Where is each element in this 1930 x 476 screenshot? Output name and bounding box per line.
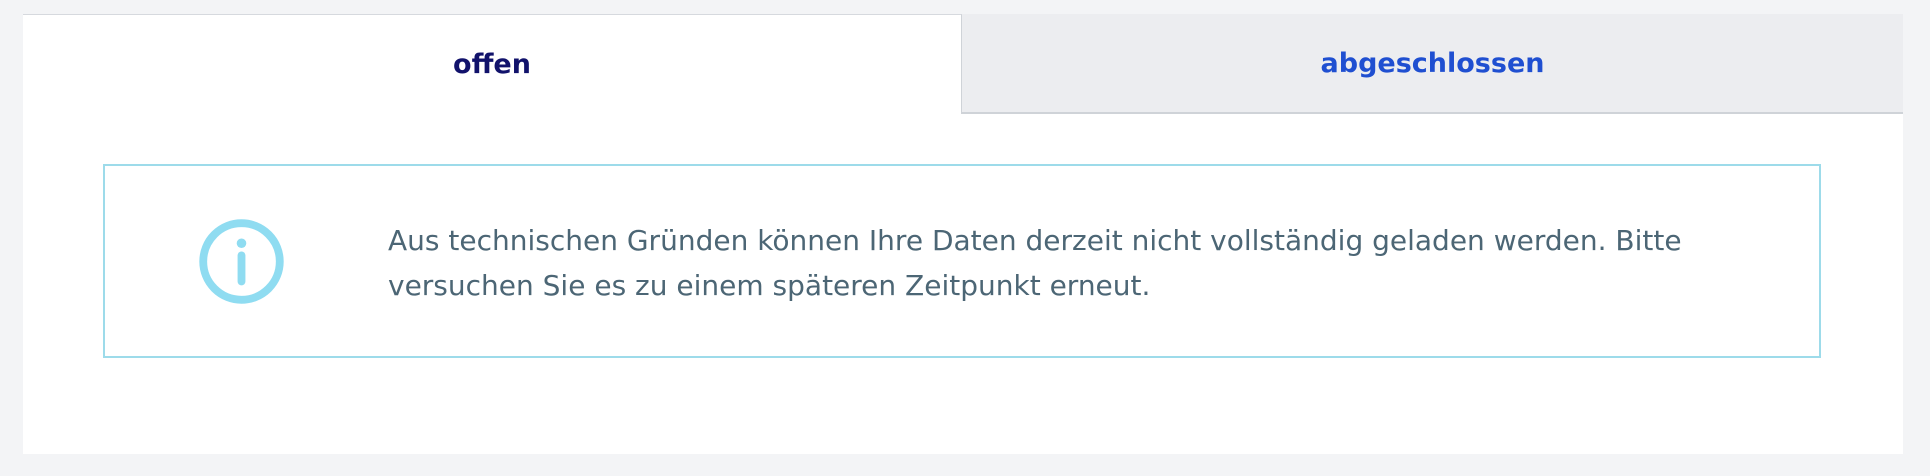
- info-circle-icon: [199, 219, 284, 304]
- tab-closed-label: abgeschlossen: [1320, 47, 1545, 79]
- notice-message: Aus technischen Gründen können Ihre Date…: [388, 224, 1682, 302]
- tab-open-label: offen: [453, 49, 531, 80]
- tasks-card: offen abgeschlossen Aus technischen Grün…: [23, 14, 1903, 454]
- tab-open[interactable]: offen: [23, 14, 962, 114]
- status-tabs: offen abgeschlossen: [23, 14, 1903, 114]
- tab-closed[interactable]: abgeschlossen: [962, 14, 1903, 114]
- error-notice: Aus technischen Gründen können Ihre Date…: [103, 164, 1821, 358]
